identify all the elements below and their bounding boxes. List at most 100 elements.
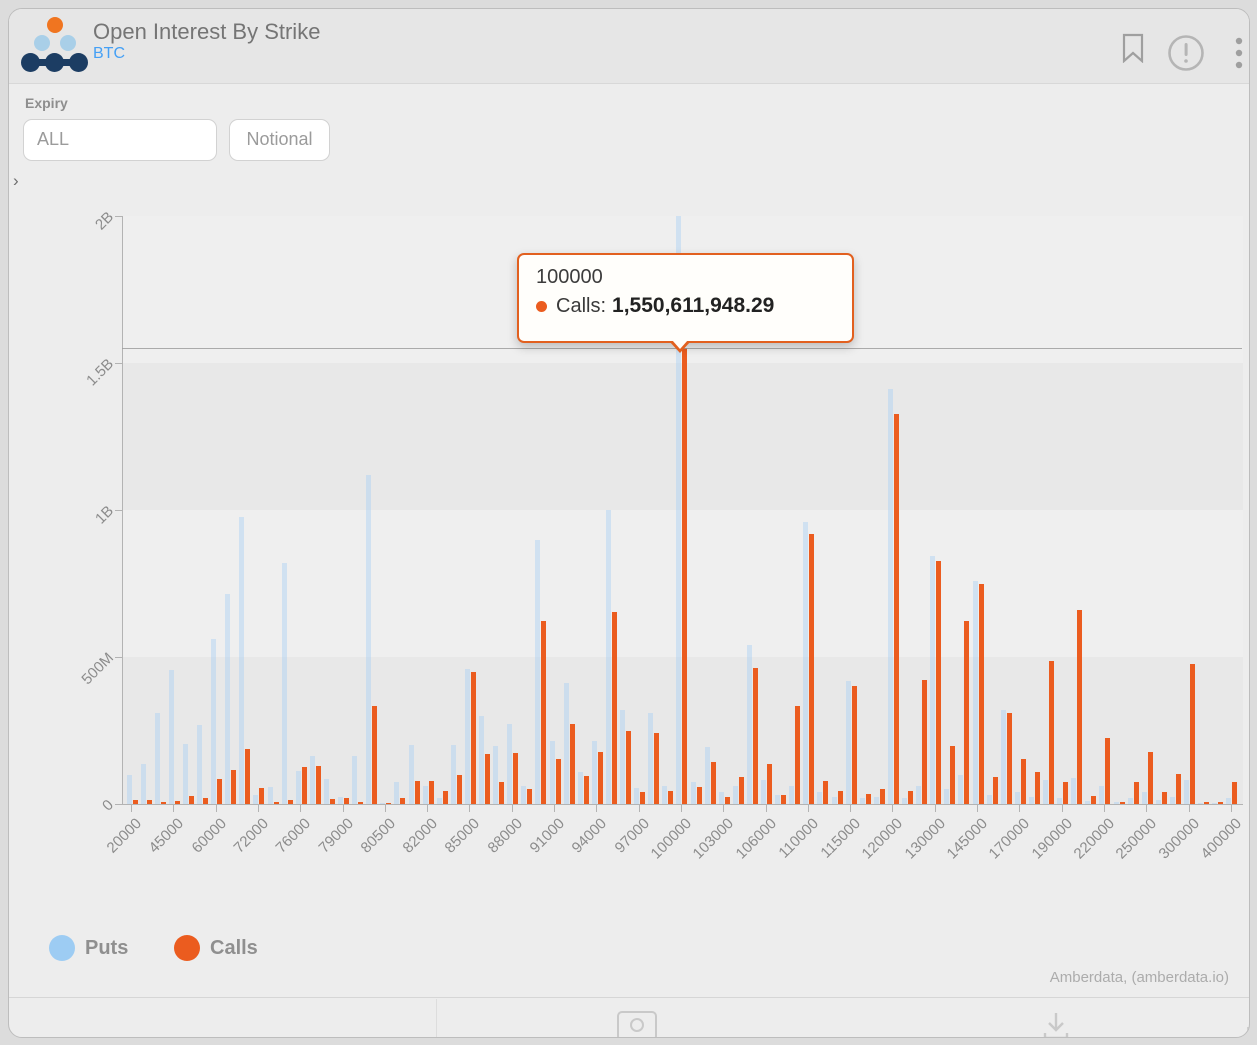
put-bar[interactable] [1099, 786, 1104, 804]
put-bar[interactable] [366, 475, 371, 804]
call-bar[interactable] [274, 802, 279, 804]
call-bar[interactable] [1021, 759, 1026, 804]
put-bar[interactable] [648, 713, 653, 804]
put-bar[interactable] [282, 563, 287, 804]
put-bar[interactable] [860, 798, 865, 804]
call-bar[interactable] [485, 754, 490, 804]
call-bar[interactable] [443, 791, 448, 804]
call-bar[interactable] [626, 731, 631, 804]
call-bar[interactable] [936, 561, 941, 804]
call-bar[interactable] [739, 777, 744, 804]
put-bar[interactable] [197, 725, 202, 804]
put-bar[interactable] [521, 786, 526, 804]
call-bar[interactable] [753, 668, 758, 804]
put-bar[interactable] [930, 556, 935, 804]
call-bar[interactable] [950, 746, 955, 805]
put-bar[interactable] [1170, 797, 1175, 804]
call-bar[interactable] [964, 621, 969, 804]
put-bar[interactable] [296, 771, 301, 804]
put-bar[interactable] [451, 745, 456, 804]
call-bar[interactable] [316, 766, 321, 805]
put-bar[interactable] [1071, 778, 1076, 804]
call-bar[interactable] [344, 798, 349, 804]
call-bar[interactable] [386, 803, 391, 804]
put-bar[interactable] [423, 786, 428, 804]
put-bar[interactable] [479, 716, 484, 804]
put-bar[interactable] [916, 786, 921, 804]
put-bar[interactable] [268, 787, 273, 804]
put-bar[interactable] [987, 795, 992, 804]
call-bar[interactable] [1162, 792, 1167, 804]
put-bar[interactable] [310, 756, 315, 804]
put-bar[interactable] [1142, 792, 1147, 804]
legend-label-puts[interactable]: Puts [85, 937, 128, 960]
kebab-menu-icon[interactable] [1235, 36, 1243, 70]
call-bar[interactable] [231, 770, 236, 804]
call-bar[interactable] [330, 799, 335, 804]
call-bar[interactable] [979, 584, 984, 804]
put-bar[interactable] [169, 670, 174, 804]
call-bar[interactable] [189, 796, 194, 804]
call-bar[interactable] [866, 794, 871, 804]
call-bar[interactable] [922, 680, 927, 804]
call-bar[interactable] [894, 414, 899, 804]
call-bar[interactable] [133, 800, 138, 804]
put-bar[interactable] [789, 786, 794, 804]
put-bar[interactable] [888, 389, 893, 804]
put-bar[interactable] [550, 741, 555, 805]
call-bar[interactable] [668, 791, 673, 804]
call-bar[interactable] [852, 686, 857, 804]
call-bar[interactable] [217, 779, 222, 804]
call-bar[interactable] [1190, 664, 1195, 804]
call-bar[interactable] [697, 787, 702, 804]
call-bar[interactable] [809, 534, 814, 804]
put-bar[interactable] [493, 746, 498, 805]
call-bar[interactable] [711, 762, 716, 804]
put-bar[interactable] [507, 724, 512, 804]
put-bar[interactable] [775, 795, 780, 804]
call-bar[interactable] [259, 788, 264, 804]
call-bar[interactable] [767, 764, 772, 804]
call-bar[interactable] [838, 791, 843, 804]
call-bar[interactable] [203, 798, 208, 804]
put-bar[interactable] [225, 594, 230, 805]
put-bar[interactable] [662, 786, 667, 804]
call-bar[interactable] [908, 791, 913, 804]
put-bar[interactable] [958, 775, 963, 804]
put-bar[interactable] [380, 803, 385, 804]
legend-label-calls[interactable]: Calls [210, 937, 258, 960]
call-bar[interactable] [147, 800, 152, 804]
put-bar[interactable] [705, 747, 710, 804]
call-bar[interactable] [161, 802, 166, 804]
put-bar[interactable] [1156, 800, 1161, 804]
legend-dot-puts[interactable] [49, 935, 75, 961]
put-bar[interactable] [1015, 792, 1020, 804]
put-bar[interactable] [733, 786, 738, 804]
put-bar[interactable] [1085, 801, 1090, 804]
call-bar[interactable] [513, 753, 518, 804]
call-bar[interactable] [1077, 610, 1082, 804]
call-bar[interactable] [1035, 772, 1040, 804]
put-bar[interactable] [846, 681, 851, 804]
put-bar[interactable] [973, 581, 978, 804]
call-bar[interactable] [1007, 713, 1012, 804]
call-bar[interactable] [457, 775, 462, 804]
put-bar[interactable] [1057, 798, 1062, 804]
put-bar[interactable] [338, 797, 343, 804]
put-bar[interactable] [1212, 803, 1217, 804]
put-bar[interactable] [1226, 798, 1231, 804]
call-bar[interactable] [795, 706, 800, 804]
call-bar[interactable] [1148, 752, 1153, 804]
put-bar[interactable] [141, 764, 146, 804]
call-bar[interactable] [358, 802, 363, 804]
put-bar[interactable] [239, 517, 244, 804]
put-bar[interactable] [127, 775, 132, 804]
call-bar[interactable] [1176, 774, 1181, 804]
call-bar[interactable] [556, 759, 561, 804]
put-bar[interactable] [817, 792, 822, 804]
resize-corner-icon[interactable] [1233, 1027, 1249, 1038]
collapse-panel-chevron-icon[interactable]: › [13, 171, 29, 191]
put-bar[interactable] [1198, 803, 1203, 804]
call-bar[interactable] [499, 782, 504, 804]
call-bar[interactable] [1232, 782, 1237, 804]
